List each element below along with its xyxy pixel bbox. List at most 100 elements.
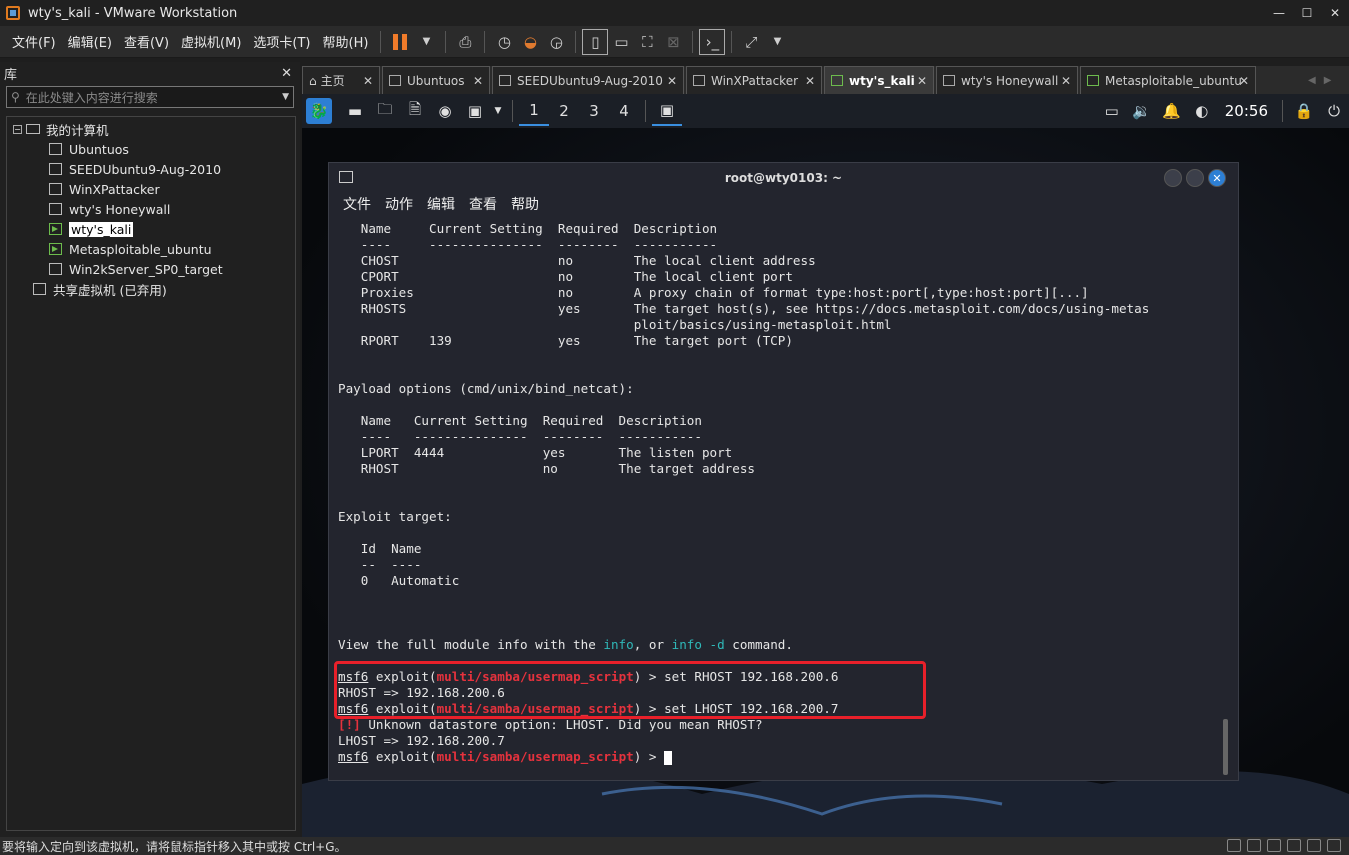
collapse-icon[interactable]: − (13, 124, 22, 134)
terminal-line: CPORT no The local client port (338, 269, 793, 284)
display-status-icon[interactable] (1327, 839, 1341, 852)
tree-vm[interactable]: WinXPattacker (7, 179, 295, 199)
tree-vm[interactable]: SEEDUbuntu9-Aug-2010 (7, 159, 295, 179)
minimize-button[interactable]: — (1265, 0, 1293, 26)
power-manager-icon[interactable]: ◐ (1187, 96, 1217, 126)
workspace-4[interactable]: 4 (609, 96, 639, 126)
close-button[interactable]: ✕ (1321, 0, 1349, 26)
pause-button[interactable] (387, 29, 413, 55)
terminal-cursor (664, 750, 673, 765)
workspace-3[interactable]: 3 (579, 96, 609, 126)
terminal-launcher-icon[interactable]: ▣ (460, 96, 490, 126)
terminal-minimize-button[interactable] (1164, 169, 1182, 187)
vm-display[interactable]: 🐉 ▬ 🗀 🗎 ◉ ▣ ▼ 1 2 3 4 ▣ ▭ 🔉 🔔 ◐ 20:56 🔒 … (302, 94, 1349, 837)
tab-vm[interactable]: SEEDUbuntu9-Aug-2010 ✕ (492, 66, 684, 94)
logout-icon[interactable]: ⏻ (1319, 96, 1349, 126)
tree-vm[interactable]: wty's Honeywall (7, 199, 295, 219)
terminal-maximize-button[interactable] (1186, 169, 1204, 187)
tab-scroll-left-icon[interactable]: ◀ (1308, 75, 1316, 86)
stretch-chevron-icon[interactable]: ▼ (764, 29, 790, 55)
close-tab-icon[interactable]: ✕ (667, 74, 677, 88)
fullscreen-icon[interactable]: ⛶ (634, 29, 660, 55)
tab-vm[interactable]: Metasploitable_ubuntu ✕ (1080, 66, 1256, 94)
thumbnail-view-icon[interactable]: ▭ (608, 29, 634, 55)
hdd-icon[interactable] (1227, 839, 1241, 852)
menu-edit[interactable]: 编辑(E) (62, 30, 118, 54)
tree-vm[interactable]: Metasploitable_ubuntu (7, 239, 295, 259)
terminal-line: 0 Automatic (338, 573, 460, 588)
menu-help[interactable]: 帮助(H) (317, 30, 375, 54)
menu-vm[interactable]: 虚拟机(M) (175, 30, 247, 54)
terminal-scrollbar[interactable] (1223, 719, 1228, 775)
tab-vm[interactable]: Ubuntuos ✕ (382, 66, 490, 94)
firefox-icon[interactable]: ◉ (430, 96, 460, 126)
stretch-icon[interactable]: ⤢ (738, 29, 764, 55)
terminal-menu-view[interactable]: 查看 (469, 194, 497, 214)
tree-vm[interactable]: Ubuntuos (7, 139, 295, 159)
terminal-line: RHOST no The target address (338, 461, 756, 476)
terminal-output[interactable]: Name Current Setting Required Descriptio… (334, 221, 1150, 765)
terminal-menu-file[interactable]: 文件 (343, 194, 371, 214)
maximize-button[interactable]: ☐ (1293, 0, 1321, 26)
close-library-icon[interactable]: ✕ (281, 66, 292, 81)
library-view-icon[interactable]: ▯ (582, 28, 609, 55)
menu-tabs[interactable]: 选项卡(T) (247, 30, 316, 54)
tab-scroll-right-icon[interactable]: ▶ (1324, 75, 1332, 86)
console-icon[interactable]: ›_ (699, 28, 726, 55)
terminal-menu-actions[interactable]: 动作 (385, 194, 413, 214)
menu-file[interactable]: 文件(F) (6, 30, 62, 54)
terminal-close-button[interactable]: ✕ (1208, 169, 1226, 187)
cd-icon[interactable] (1247, 839, 1261, 852)
window-title: wty's_kali - VMware Workstation (28, 5, 238, 21)
file-manager-icon[interactable]: 🗀 (370, 96, 400, 126)
sound-icon[interactable] (1307, 839, 1321, 852)
tree-shared[interactable]: 共享虚拟机 (已弃用) (7, 279, 295, 299)
tree-root[interactable]: − 我的计算机 (7, 119, 295, 139)
text-editor-icon[interactable]: 🗎 (400, 96, 430, 126)
close-tab-icon[interactable]: ✕ (1061, 74, 1071, 88)
close-tab-icon[interactable]: ✕ (917, 74, 927, 88)
snapshot-manager-icon[interactable]: ◶ (543, 29, 569, 55)
close-tab-icon[interactable]: ✕ (1239, 74, 1249, 88)
tree-vm[interactable]: Win2kServer_SP0_target (7, 259, 295, 279)
terminal-line: RHOSTS yes The target host(s), see https… (338, 301, 1150, 316)
taskbar-terminal-icon[interactable]: ▣ (652, 96, 682, 126)
send-ctrl-alt-del-icon[interactable]: ⎙ (452, 29, 478, 55)
chevron-down-icon[interactable]: ▼ (282, 92, 289, 102)
close-tab-icon[interactable]: ✕ (473, 74, 483, 88)
tab-vm[interactable]: WinXPattacker ✕ (686, 66, 822, 94)
chevron-down-icon[interactable]: ▼ (490, 96, 506, 126)
revert-snapshot-icon[interactable]: ◒ (517, 29, 543, 55)
title-bar: wty's_kali - VMware Workstation — ☐ ✕ (0, 0, 1349, 26)
kali-menu-icon[interactable]: 🐉 (306, 98, 332, 124)
tab-vm[interactable]: wty's Honeywall ✕ (936, 66, 1078, 94)
chevron-down-icon[interactable]: ▼ (413, 29, 439, 55)
terminal-title: root@wty0103: ~ (724, 171, 843, 185)
notification-bell-icon[interactable]: 🔔 (1157, 96, 1187, 126)
terminal-line: Id Name (338, 541, 422, 556)
tab-home[interactable]: ⌂ 主页 ✕ (302, 66, 380, 94)
terminal-line: msf6 exploit(multi/samba/usermap_script)… (338, 749, 1149, 765)
unity-icon[interactable]: ⊠ (660, 29, 686, 55)
network-icon[interactable] (1267, 839, 1281, 852)
show-desktop-icon[interactable]: ▬ (340, 96, 370, 126)
usb-icon[interactable] (1287, 839, 1301, 852)
lock-icon[interactable]: 🔒 (1289, 96, 1319, 126)
tab-vm-active[interactable]: wty's_kali ✕ (824, 66, 934, 94)
terminal-line: Name Current Setting Required Descriptio… (338, 413, 702, 428)
terminal-menu-help[interactable]: 帮助 (511, 194, 539, 214)
workspace-2[interactable]: 2 (549, 96, 579, 126)
volume-icon[interactable]: 🔉 (1127, 96, 1157, 126)
snapshot-icon[interactable]: ◷ (491, 29, 517, 55)
display-icon[interactable]: ▭ (1097, 96, 1127, 126)
clock[interactable]: 20:56 (1225, 102, 1268, 120)
workspace-1[interactable]: 1 (519, 96, 549, 126)
close-tab-icon[interactable]: ✕ (805, 74, 815, 88)
close-tab-icon[interactable]: ✕ (363, 74, 373, 88)
terminal-window[interactable]: root@wty0103: ~ ✕ 文件 动作 编辑 查看 帮助 Name Cu… (328, 162, 1239, 781)
terminal-menu-edit[interactable]: 编辑 (427, 194, 455, 214)
tree-vm-selected[interactable]: wty's_kali (7, 219, 295, 239)
library-search[interactable]: ⚲ 在此处键入内容进行搜索 ▼ (6, 86, 294, 108)
menu-view[interactable]: 查看(V) (118, 30, 175, 54)
